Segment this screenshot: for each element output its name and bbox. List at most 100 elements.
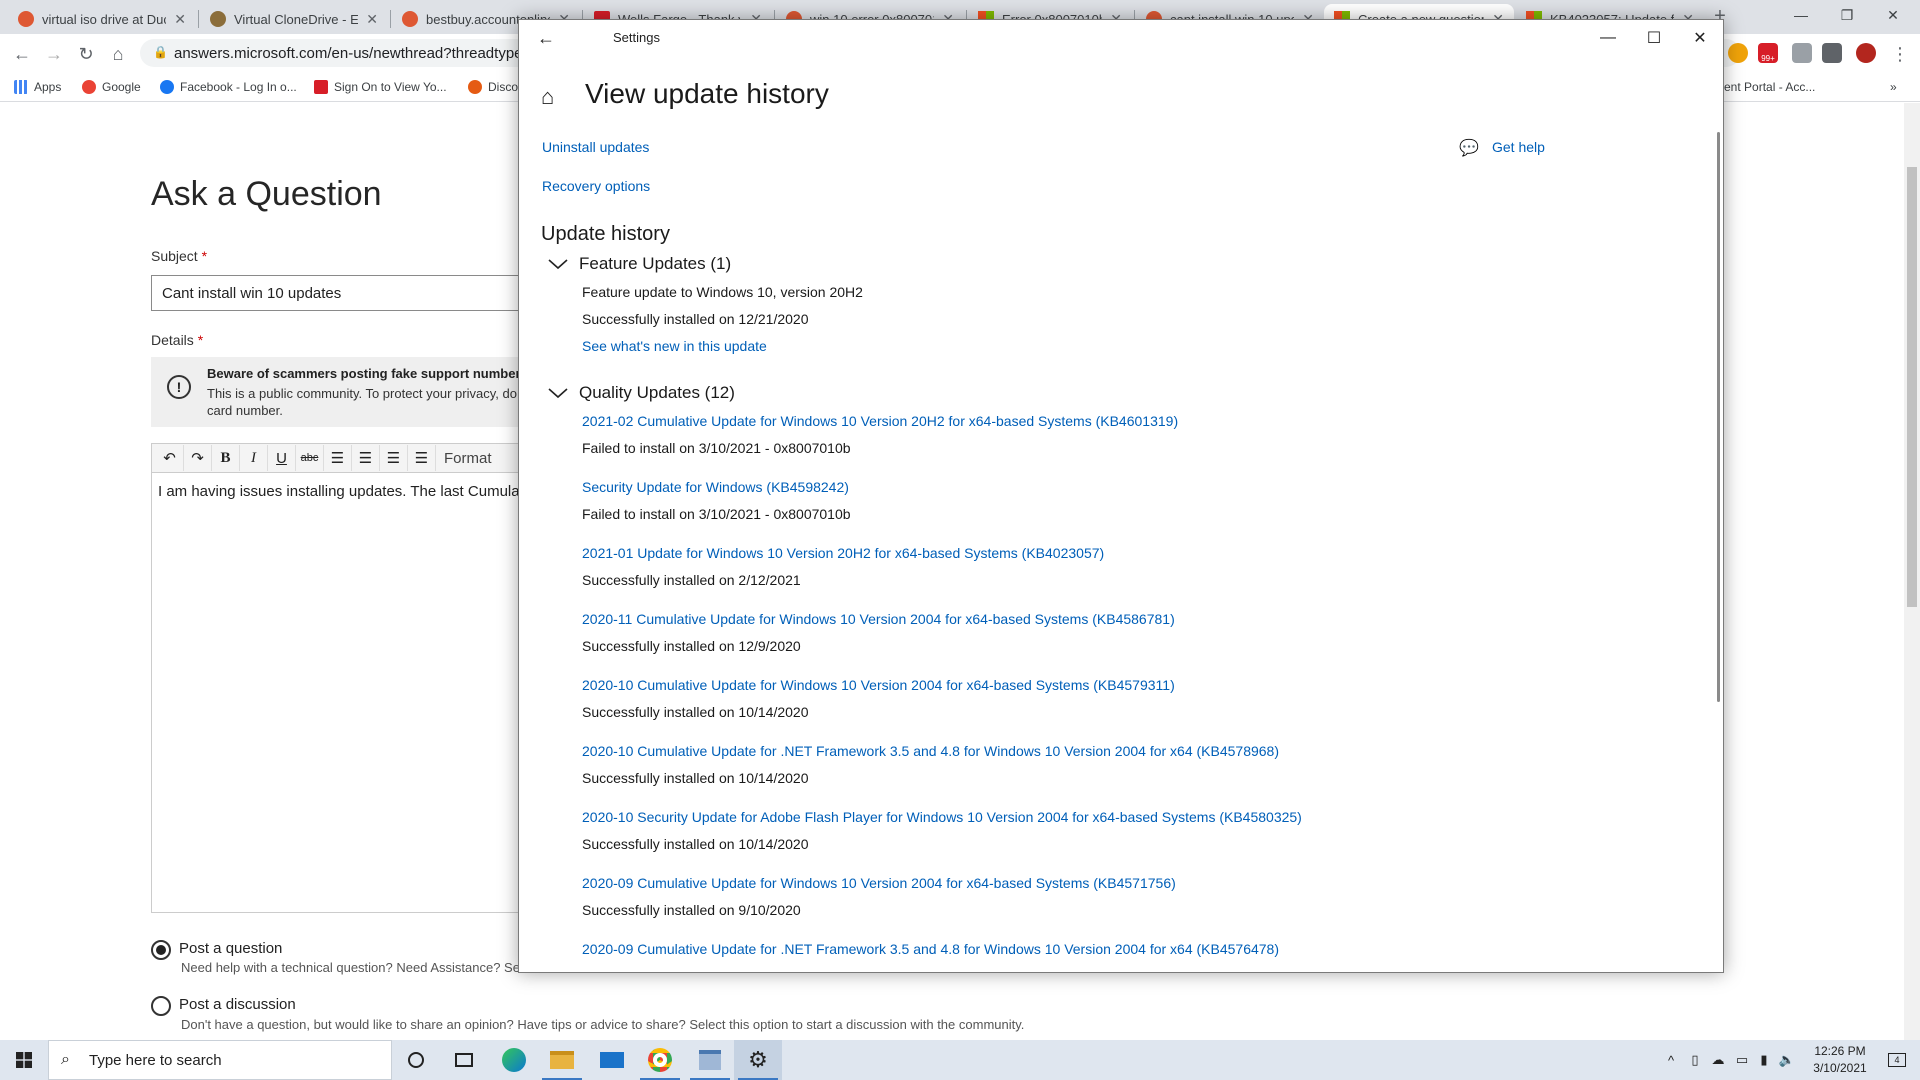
subject-input[interactable]: Cant install win 10 updates bbox=[151, 275, 531, 311]
align-left-icon[interactable]: ☰ bbox=[324, 445, 352, 471]
post-question-desc: Need help with a technical question? Nee… bbox=[181, 960, 523, 975]
mail-icon bbox=[600, 1052, 624, 1068]
update-link[interactable]: 2020-10 Security Update for Adobe Flash … bbox=[582, 809, 1302, 825]
taskbar-app[interactable] bbox=[686, 1040, 734, 1080]
taskbar-settings[interactable]: ⚙ bbox=[734, 1040, 782, 1080]
strikethrough-icon[interactable]: abc bbox=[296, 445, 324, 471]
back-arrow-icon[interactable]: ← bbox=[8, 40, 36, 68]
taskbar-search-box[interactable]: ⌕ Type here to search bbox=[48, 1040, 392, 1080]
update-link[interactable]: 2020-09 Cumulative Update for Windows 10… bbox=[582, 875, 1176, 891]
taskbar-chrome[interactable] bbox=[636, 1040, 684, 1080]
update-link[interactable]: 2021-01 Update for Windows 10 Version 20… bbox=[582, 545, 1104, 561]
volume-icon[interactable]: 🔈 bbox=[1776, 1040, 1798, 1080]
taskbar-file-explorer[interactable] bbox=[538, 1040, 586, 1080]
chevron-down-icon bbox=[548, 388, 568, 399]
update-status: Successfully installed on 9/10/2020 bbox=[582, 902, 801, 918]
subject-label: Subject * bbox=[151, 248, 208, 264]
puzzle-extensions-icon[interactable] bbox=[1822, 43, 1842, 63]
apps-grid-icon bbox=[14, 80, 28, 94]
bookmarks-overflow-icon[interactable]: » bbox=[1890, 77, 1897, 97]
browser-tab[interactable]: Virtual CloneDrive - Ela ✕ bbox=[200, 4, 388, 34]
back-arrow-icon[interactable]: ← bbox=[533, 27, 559, 49]
update-link[interactable]: 2020-10 Cumulative Update for Windows 10… bbox=[582, 677, 1175, 693]
close-tab-icon[interactable]: ✕ bbox=[174, 11, 186, 28]
notification-center-icon[interactable]: 4 bbox=[1880, 1040, 1914, 1080]
update-status: Failed to install on 3/10/2021 - 0x80070… bbox=[582, 440, 851, 456]
whats-new-link[interactable]: See what's new in this update bbox=[582, 338, 767, 354]
discover-icon bbox=[468, 80, 482, 94]
close-button[interactable]: ✕ bbox=[1677, 20, 1723, 56]
gear-icon: ⚙ bbox=[748, 1047, 768, 1072]
browser-tab[interactable]: virtual iso drive at Duck ✕ bbox=[8, 4, 196, 34]
recovery-options-link[interactable]: Recovery options bbox=[542, 178, 650, 194]
justify-icon[interactable]: ☰ bbox=[408, 445, 436, 471]
taskbar-mail[interactable] bbox=[588, 1040, 636, 1080]
extension-icon[interactable] bbox=[1728, 43, 1748, 63]
warning-title: Beware of scammers posting fake support … bbox=[207, 366, 535, 381]
page-scrollbar-thumb[interactable] bbox=[1907, 167, 1917, 607]
details-editor[interactable]: I am having issues installing updates. T… bbox=[151, 473, 531, 913]
taskbar-clock[interactable]: 12:26 PM 3/10/2021 bbox=[1800, 1043, 1880, 1077]
browser-close-button[interactable]: ✕ bbox=[1870, 0, 1916, 30]
underline-icon[interactable]: U bbox=[268, 445, 296, 471]
more-menu-icon[interactable]: ⋮ bbox=[1886, 40, 1914, 68]
update-name: Feature update to Windows 10, version 20… bbox=[582, 284, 863, 300]
settings-window-title: Settings bbox=[613, 30, 660, 45]
bookmark-discover[interactable]: Disco bbox=[468, 77, 518, 97]
page-scrollbar[interactable] bbox=[1904, 103, 1920, 1040]
uninstall-updates-link[interactable]: Uninstall updates bbox=[542, 139, 649, 155]
power-icon[interactable]: ▮ bbox=[1754, 1040, 1774, 1080]
format-dropdown[interactable]: Format bbox=[436, 450, 492, 467]
address-bar-url: answers.microsoft.com/en-us/newthread?th… bbox=[174, 44, 543, 62]
forward-arrow-icon[interactable]: → bbox=[40, 40, 68, 68]
bookmark-apps[interactable]: Apps bbox=[14, 77, 61, 97]
profile-avatar[interactable] bbox=[1856, 43, 1876, 63]
site-favicon-icon bbox=[210, 11, 226, 27]
quality-updates-toggle[interactable]: Quality Updates (12) bbox=[547, 383, 735, 403]
google-icon bbox=[82, 80, 96, 94]
close-tab-icon[interactable]: ✕ bbox=[366, 11, 378, 28]
camera-icon[interactable] bbox=[1792, 43, 1812, 63]
reload-icon[interactable]: ↻ bbox=[72, 40, 100, 68]
taskbar-edge[interactable] bbox=[490, 1040, 538, 1080]
update-link[interactable]: 2020-10 Cumulative Update for .NET Frame… bbox=[582, 743, 1279, 759]
windows-start-button[interactable] bbox=[0, 1040, 48, 1080]
bookmark-facebook[interactable]: Facebook - Log In o... bbox=[160, 77, 297, 97]
update-link[interactable]: Security Update for Windows (KB4598242) bbox=[582, 479, 849, 495]
bold-icon[interactable]: B bbox=[212, 445, 240, 471]
feature-updates-toggle[interactable]: Feature Updates (1) bbox=[547, 254, 731, 274]
network-icon[interactable]: ▭ bbox=[1730, 1040, 1754, 1080]
browser-restore-button[interactable]: ❐ bbox=[1824, 0, 1870, 30]
bookmark-portal[interactable]: ent Portal - Acc... bbox=[1724, 77, 1815, 97]
undo-icon[interactable]: ↶ bbox=[156, 445, 184, 471]
home-icon[interactable]: ⌂ bbox=[541, 84, 554, 110]
onedrive-icon[interactable]: ☁ bbox=[1706, 1040, 1730, 1080]
task-view-button[interactable] bbox=[440, 1040, 488, 1080]
maximize-button[interactable]: ☐ bbox=[1631, 20, 1677, 56]
update-link[interactable]: 2020-11 Cumulative Update for Windows 10… bbox=[582, 611, 1175, 627]
post-discussion-radio[interactable] bbox=[151, 996, 171, 1016]
minimize-button[interactable]: — bbox=[1585, 20, 1631, 56]
post-question-radio[interactable] bbox=[151, 940, 171, 960]
extension-badge-icon[interactable]: 99+ bbox=[1758, 43, 1778, 63]
italic-icon[interactable]: I bbox=[240, 445, 268, 471]
edge-icon bbox=[502, 1048, 526, 1072]
show-hidden-icons-chevron[interactable]: ^ bbox=[1660, 1040, 1682, 1080]
bookmark-google[interactable]: Google bbox=[82, 77, 141, 97]
device-icon[interactable]: ▯ bbox=[1684, 1040, 1706, 1080]
update-link[interactable]: 2021-02 Cumulative Update for Windows 10… bbox=[582, 413, 1178, 429]
settings-scrollbar[interactable] bbox=[1717, 132, 1720, 702]
clock-date: 3/10/2021 bbox=[1813, 1061, 1867, 1075]
update-status: Successfully installed on 12/9/2020 bbox=[582, 638, 801, 654]
clock-time: 12:26 PM bbox=[1814, 1044, 1866, 1058]
update-link[interactable]: 2020-09 Cumulative Update for .NET Frame… bbox=[582, 941, 1279, 957]
align-center-icon[interactable]: ☰ bbox=[352, 445, 380, 471]
get-help-link[interactable]: Get help bbox=[1492, 139, 1545, 155]
redo-icon[interactable]: ↷ bbox=[184, 445, 212, 471]
home-icon[interactable]: ⌂ bbox=[104, 40, 132, 68]
cortana-button[interactable] bbox=[392, 1040, 440, 1080]
update-status: Successfully installed on 12/21/2020 bbox=[582, 311, 809, 327]
browser-minimize-button[interactable]: — bbox=[1778, 0, 1824, 30]
bookmark-wells-fargo[interactable]: Sign On to View Yo... bbox=[314, 77, 447, 97]
align-right-icon[interactable]: ☰ bbox=[380, 445, 408, 471]
